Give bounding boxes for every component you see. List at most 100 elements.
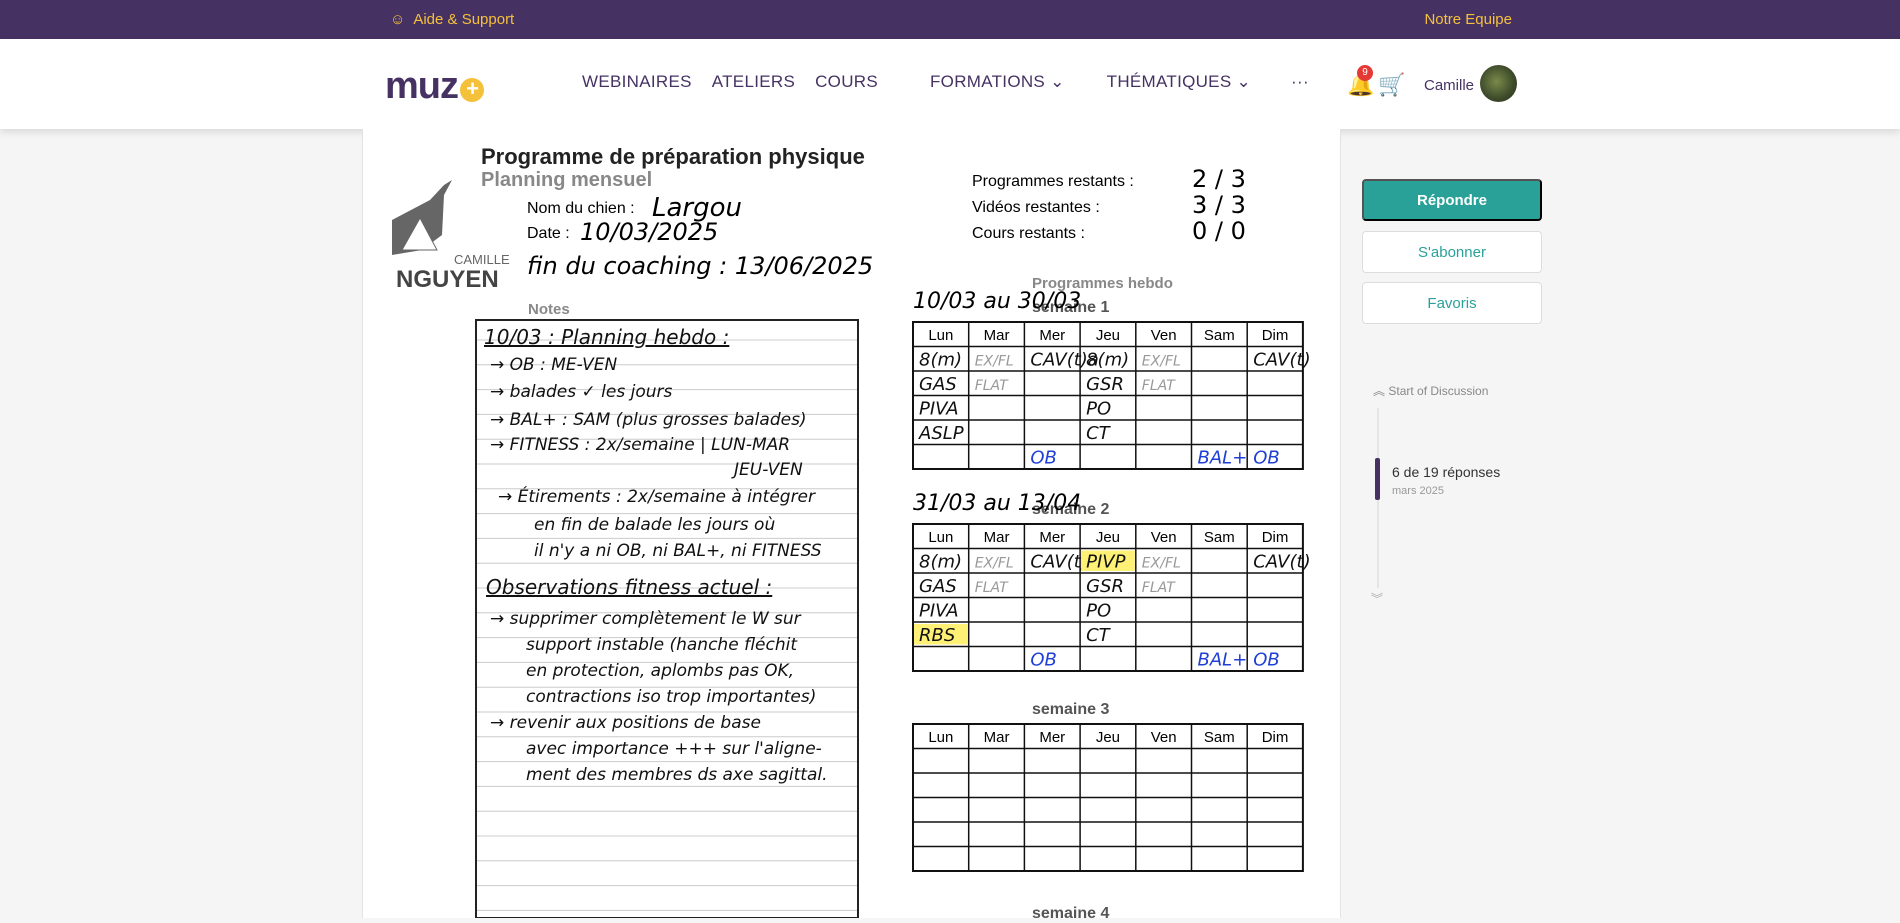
table-cell: 8(m) — [1086, 350, 1129, 371]
remaining-value-3: 0 / 0 — [1192, 217, 1246, 245]
table-cell: PIVA — [919, 399, 959, 420]
logo[interactable]: muz + — [385, 65, 484, 108]
nav-item-2[interactable]: ATELIERS — [712, 72, 795, 92]
day-header: Dim — [1262, 729, 1289, 746]
nav-item-1[interactable]: WEBINAIRES — [582, 72, 692, 92]
remaining-label-2: Vidéos restantes : — [972, 199, 1100, 216]
chevron-down-icon[interactable]: ︾ — [1371, 590, 1383, 607]
logo-plus-icon: + — [460, 77, 484, 102]
notes-line-17: ment des membres ds axe sagittal. — [526, 765, 828, 785]
day-header: Mar — [984, 327, 1010, 344]
table-cell: GAS — [919, 576, 957, 597]
week-label-3: semaine 3 — [1032, 701, 1109, 718]
table-cell: EX/FL — [975, 556, 1014, 572]
day-header: Mer — [1039, 729, 1065, 746]
table-cell: EX/FL — [975, 354, 1014, 370]
team-link[interactable]: Notre Equipe — [1424, 11, 1512, 28]
day-header: Ven — [1151, 327, 1177, 344]
notes-label: Notes — [528, 301, 570, 318]
doc-subtitle: Planning mensuel — [481, 169, 652, 191]
avatar[interactable] — [1480, 65, 1517, 102]
favorites-button[interactable]: Favoris — [1362, 282, 1542, 324]
support-label: Aide & Support — [413, 11, 515, 28]
date-label: Date : — [527, 225, 570, 242]
day-header: Lun — [928, 327, 953, 344]
table-cell: FLAT — [975, 378, 1009, 394]
main-header: muz + WEBINAIRES ATELIERS COURS FORMATIONS ⌄… — [0, 39, 1900, 129]
cart-icon[interactable]: 🛒 — [1378, 72, 1405, 98]
table-cell: CAV(t)a — [1253, 552, 1310, 573]
day-header: Jeu — [1096, 327, 1120, 344]
table-cell: PIVP — [1086, 552, 1125, 573]
remaining-value-1: 2 / 3 — [1192, 165, 1246, 193]
day-header: Mer — [1039, 327, 1065, 344]
day-header: Jeu — [1096, 529, 1120, 546]
nav-item-4[interactable]: FORMATIONS ⌄ — [930, 72, 1065, 92]
notes-line-12: support instable (hanche fléchit — [526, 635, 798, 655]
timeline-start-label: Start of Discussion — [1388, 384, 1489, 398]
table-cell: EX/FL — [1142, 556, 1181, 572]
table-cell: OB — [1030, 650, 1057, 671]
attached-document-image[interactable]: Programme de préparation physique Plannin… — [392, 140, 1322, 922]
table-cell: BAL+ — [1198, 448, 1248, 469]
week-range-2: 31/03 au 13/04 — [913, 491, 1081, 516]
notes-line-16: avec importance +++ sur l'aligne- — [526, 739, 822, 759]
table-cell: 8(m) — [919, 350, 962, 371]
notes-line-10: Observations fitness actuel : — [486, 575, 772, 599]
doc-title: Programme de préparation physique — [481, 144, 865, 169]
document-svg: Programme de préparation physiquePlannin… — [392, 144, 1322, 922]
table-cell: PIVA — [919, 601, 959, 622]
nav-item-3[interactable]: COURS — [815, 72, 878, 92]
table-cell: OB — [1253, 448, 1280, 469]
notes-line-4: → BAL+ : SAM (plus grosses balades) — [490, 410, 807, 430]
remaining-value-2: 3 / 3 — [1192, 191, 1246, 219]
subscribe-button[interactable]: S'abonner — [1362, 231, 1542, 273]
top-bar: ☺ Aide & Support Notre Equipe — [0, 0, 1900, 39]
timeline-position: 6 de 19 réponses — [1392, 464, 1501, 480]
notes-line-2: → OB : ME-VEN — [490, 355, 617, 375]
table-cell: GAS — [919, 374, 957, 395]
notes-line-15: → revenir aux positions de base — [490, 713, 761, 733]
notes-line-11: → supprimer complètement le W sur — [490, 609, 802, 629]
support-icon: ☺ — [390, 11, 406, 28]
timeline-handle[interactable] — [1375, 458, 1380, 500]
table-cell: FLAT — [1142, 378, 1176, 394]
date-value: 10/03/2025 — [580, 218, 718, 246]
table-cell: GSR — [1086, 374, 1124, 395]
chevron-up-icon: ︽ — [1373, 384, 1386, 398]
day-header: Ven — [1151, 729, 1177, 746]
day-header: Sam — [1204, 529, 1235, 546]
table-cell: EX/FL — [1142, 354, 1181, 370]
day-header: Ven — [1151, 529, 1177, 546]
notes-line-1: 10/03 : Planning hebdo : — [484, 325, 729, 349]
table-cell: CT — [1086, 625, 1112, 646]
notes-line-14: contractions iso trop importantes) — [526, 687, 816, 707]
day-header: Lun — [928, 729, 953, 746]
table-cell: CAV(t)a — [1253, 350, 1310, 371]
user-name[interactable]: Camille — [1424, 77, 1474, 94]
dog-label: Nom du chien : — [527, 200, 635, 217]
reply-button[interactable]: Répondre — [1362, 179, 1542, 221]
notes-line-9: il n'y a ni OB, ni BAL+, ni FITNESS — [534, 541, 822, 561]
table-cell: CT — [1086, 423, 1112, 444]
week-range-1: 10/03 au 30/03 — [913, 289, 1081, 314]
table-cell: FLAT — [1142, 580, 1176, 596]
day-header: Mar — [984, 529, 1010, 546]
brand-top: CAMILLE — [454, 252, 510, 267]
table-cell: ASLP — [918, 423, 964, 444]
notes-line-8: en fin de balade les jours où — [534, 515, 775, 535]
notification-badge: 9 — [1357, 65, 1373, 81]
table-cell: OB — [1030, 448, 1057, 469]
timeline-start[interactable]: ︽ Start of Discussion — [1373, 382, 1488, 399]
notes-line-3: → balades ✓ les jours — [490, 382, 672, 402]
notes-line-13: en protection, aplombs pas OK, — [526, 661, 794, 681]
logo-text: muz — [385, 65, 459, 107]
day-header: Mar — [984, 729, 1010, 746]
main-nav: WEBINAIRES ATELIERS COURS FORMATIONS ⌄ THÉMA… — [582, 72, 1309, 92]
nav-item-6[interactable]: ··· — [1291, 72, 1309, 92]
nav-item-5[interactable]: THÉMATIQUES ⌄ — [1107, 72, 1251, 92]
table-cell: RBS — [919, 625, 955, 646]
day-header: Dim — [1262, 327, 1289, 344]
support-link[interactable]: ☺ Aide & Support — [390, 11, 514, 28]
day-header: Lun — [928, 529, 953, 546]
